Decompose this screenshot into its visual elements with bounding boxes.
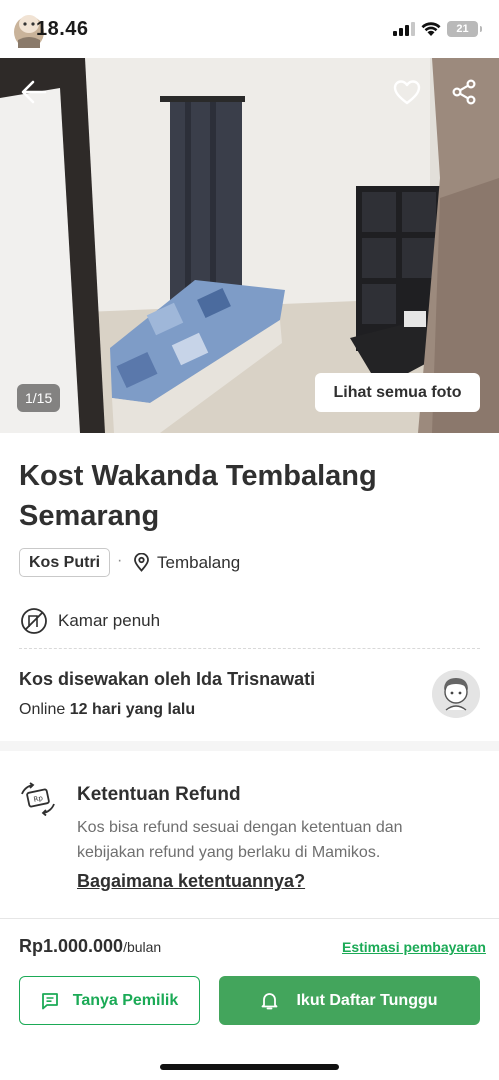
owner-online-time: 12 hari yang lalu xyxy=(69,701,196,718)
payment-estimate-link[interactable]: Estimasi pembayaran xyxy=(342,939,486,955)
room-full-icon xyxy=(21,608,47,634)
price: Rp1.000.000/bulan xyxy=(19,936,161,957)
kos-type-badge: Kos Putri xyxy=(19,548,111,577)
location-text: Tembalang xyxy=(157,553,241,572)
share-icon xyxy=(452,79,476,105)
battery-indicator: 21 xyxy=(447,21,482,37)
join-waitlist-button[interactable]: Ikut Daftar Tunggu xyxy=(219,976,480,1025)
svg-text:Rp: Rp xyxy=(33,794,44,804)
separator: · xyxy=(117,552,123,569)
money-refund-icon: Rp xyxy=(21,782,55,816)
bottom-divider xyxy=(0,918,499,919)
divider xyxy=(19,648,480,649)
owner-online-status: Online 12 hari yang lalu xyxy=(19,701,195,719)
signal-icon xyxy=(393,22,415,36)
chat-icon xyxy=(41,992,58,1009)
bell-icon xyxy=(262,993,278,1010)
status-time: 18.46 xyxy=(36,18,89,40)
listing-title: Kost Wakanda Tembalang Semarang xyxy=(19,460,377,532)
room-status-text: Kamar penuh xyxy=(58,611,161,630)
price-unit: /bulan xyxy=(123,939,162,955)
wifi-icon xyxy=(421,22,441,36)
join-waitlist-label: Ikut Daftar Tunggu xyxy=(296,991,438,1009)
refund-description: Kos bisa refund sesuai dengan ketentuan … xyxy=(77,819,403,861)
location-pin-icon xyxy=(134,553,149,572)
status-bar: 18.46 21 xyxy=(0,0,499,58)
ask-owner-button[interactable]: Tanya Pemilik xyxy=(19,976,200,1025)
refund-title: Ketentuan Refund xyxy=(77,784,241,805)
avatar-illustration-icon xyxy=(432,670,480,718)
owner-title: Kos disewakan oleh Ida Trisnawati xyxy=(19,669,316,689)
back-arrow-icon xyxy=(21,80,47,104)
favorite-button[interactable] xyxy=(387,72,427,112)
owner-avatar[interactable] xyxy=(432,670,480,718)
see-all-photos-button[interactable]: Lihat semua foto xyxy=(315,373,480,412)
home-indicator[interactable] xyxy=(160,1064,339,1070)
heart-icon xyxy=(393,80,421,105)
refund-terms-link[interactable]: Bagaimana ketentuannya? xyxy=(77,871,305,892)
owner-online-prefix: Online xyxy=(19,701,66,718)
section-gap xyxy=(0,741,499,751)
back-button[interactable] xyxy=(14,72,54,112)
ask-owner-label: Tanya Pemilik xyxy=(72,991,179,1009)
share-button[interactable] xyxy=(444,72,484,112)
price-value: Rp1.000.000 xyxy=(19,936,124,956)
photo-gallery[interactable]: 1/15 Lihat semua foto xyxy=(0,58,499,433)
photo-counter: 1/15 xyxy=(17,384,61,412)
